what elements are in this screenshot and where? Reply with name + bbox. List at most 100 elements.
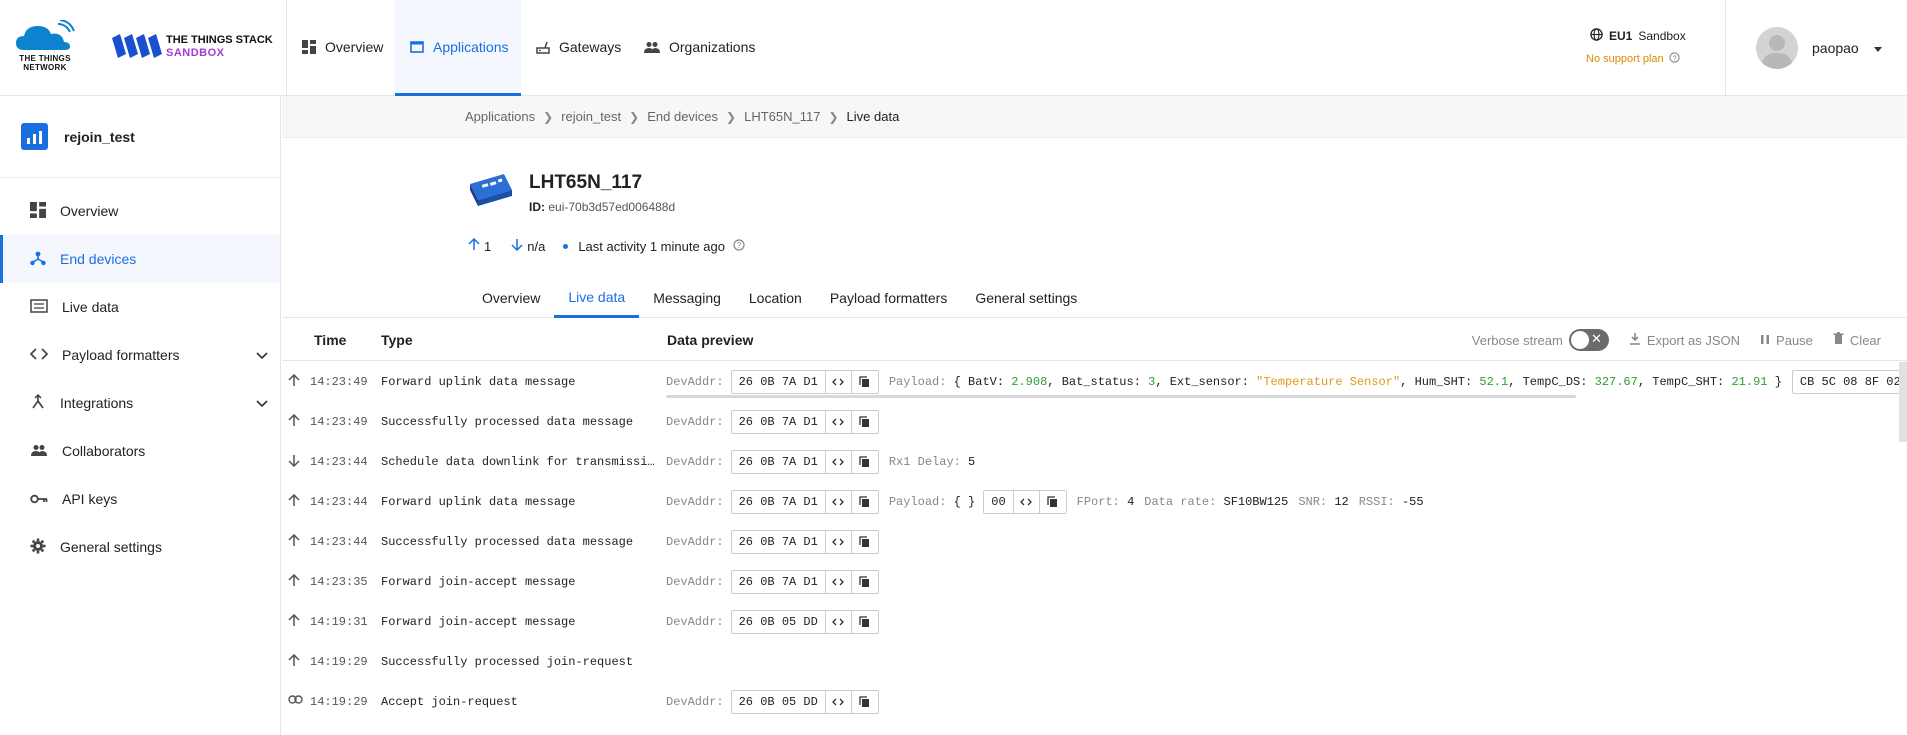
copy-button[interactable] — [852, 571, 878, 593]
help-icon[interactable]: ? — [1669, 52, 1680, 66]
event-time: 14:19:31 — [310, 615, 368, 629]
clear-button[interactable]: Clear — [1833, 332, 1881, 348]
event-time: 14:23:49 — [310, 375, 368, 389]
nav-applications[interactable]: Applications — [395, 0, 521, 96]
event-type: Accept join-request — [381, 695, 518, 709]
code-toggle-button[interactable] — [826, 571, 852, 593]
copy-button[interactable] — [852, 371, 878, 393]
code-toggle-button[interactable] — [826, 491, 852, 513]
breadcrumb-end-devices[interactable]: End devices — [647, 109, 718, 124]
things-stack-logo[interactable]: THE THINGS STACK SANDBOX — [110, 32, 273, 62]
device-id-value: eui-70b3d57ed006488d — [548, 200, 676, 214]
code-toggle-button[interactable] — [826, 611, 852, 633]
nav-gateways[interactable]: Gateways — [521, 0, 629, 96]
copy-button[interactable] — [852, 411, 878, 433]
code-toggle-button[interactable] — [826, 531, 852, 553]
tab-overview[interactable]: Overview — [468, 278, 554, 318]
copy-button[interactable] — [852, 491, 878, 513]
copy-button[interactable] — [852, 451, 878, 473]
table-row[interactable]: 14:19:31 Forward join-accept message Dev… — [282, 602, 1907, 642]
nav-organizations-label: Organizations — [669, 38, 756, 55]
table-row[interactable]: 14:23:44 Successfully processed data mes… — [282, 522, 1907, 562]
tab-payload-formatters[interactable]: Payload formatters — [816, 278, 962, 318]
sidebar-item-integrations[interactable]: Integrations — [0, 379, 280, 427]
table-row[interactable]: 14:19:29 Accept join-request DevAddr: 26… — [282, 682, 1907, 722]
help-icon[interactable]: ? — [733, 238, 745, 254]
horizontal-scrollbar[interactable] — [666, 395, 1576, 398]
tab-location[interactable]: Location — [735, 278, 816, 318]
device-tabs: Overview Live data Messaging Location Pa… — [282, 278, 1907, 318]
sidebar-item-end-devices[interactable]: End devices — [0, 235, 280, 283]
copy-button[interactable] — [852, 531, 878, 553]
code-toggle-button[interactable] — [826, 691, 852, 713]
merge-icon — [30, 393, 46, 413]
user-dropdown[interactable]: paopao — [1725, 0, 1907, 96]
dashboard-icon — [30, 201, 46, 221]
data-rate-label: Data rate: — [1144, 495, 1217, 509]
sidebar-item-api-keys[interactable]: API keys — [0, 475, 280, 523]
devaddr-value: 26 0B 7A D1 — [732, 411, 826, 433]
copy-button[interactable] — [852, 611, 878, 633]
nav-organizations[interactable]: Organizations — [629, 0, 770, 96]
table-row[interactable]: 14:23:44 Schedule data downlink for tran… — [282, 442, 1907, 482]
event-time: 14:23:44 — [310, 455, 368, 469]
avatar — [1756, 27, 1798, 69]
vertical-scrollbar[interactable] — [1899, 362, 1907, 442]
ttn-logo[interactable]: THE THINGS NETWORK — [14, 19, 76, 76]
sidebar-item-label: End devices — [60, 251, 137, 267]
sidebar-item-label: General settings — [60, 539, 162, 555]
data-preview: DevAddr: 26 0B 7A D1 Rx1 Delay: 5 — [666, 450, 975, 474]
payload-preview: Payload: { BatV: 2.908, Bat_status: 3, E… — [888, 375, 1782, 389]
event-time: 14:19:29 — [310, 695, 368, 709]
gear-icon — [30, 538, 46, 557]
breadcrumb-applications[interactable]: Applications — [465, 109, 535, 124]
devaddr-box: 26 0B 7A D1 — [730, 570, 879, 594]
chevron-right-icon: ❯ — [726, 109, 737, 124]
devaddr-box: 26 0B 05 DD — [730, 690, 879, 714]
download-icon — [1629, 332, 1641, 348]
copy-button[interactable] — [852, 691, 878, 713]
table-row[interactable]: 14:23:49 Forward uplink data message Dev… — [282, 362, 1907, 402]
live-data-header: Time Type Data preview Verbose stream ✕ … — [282, 319, 1907, 361]
tab-messaging[interactable]: Messaging — [639, 278, 735, 318]
code-toggle-button[interactable] — [826, 451, 852, 473]
sidebar-item-collaborators[interactable]: Collaborators — [0, 427, 280, 475]
tab-live-data[interactable]: Live data — [554, 278, 640, 318]
pause-label: Pause — [1776, 332, 1813, 348]
breadcrumb-device[interactable]: LHT65N_117 — [744, 109, 820, 124]
key-icon — [30, 491, 48, 507]
table-row[interactable]: 14:23:44 Forward uplink data message Dev… — [282, 482, 1907, 522]
sidebar-item-live-data[interactable]: Live data — [0, 283, 280, 331]
code-toggle-button[interactable] — [826, 371, 852, 393]
table-row[interactable]: 14:23:49 Successfully processed data mes… — [282, 402, 1907, 442]
copy-button[interactable] — [1040, 491, 1066, 513]
fport-label: FPort: — [1076, 495, 1120, 509]
tab-general-settings[interactable]: General settings — [961, 278, 1091, 318]
globe-icon — [1590, 28, 1603, 44]
last-activity: Last activity 1 minute ago — [578, 238, 726, 254]
nav-overview[interactable]: Overview — [287, 0, 395, 96]
sidebar-item-general-settings[interactable]: General settings — [0, 523, 280, 571]
breadcrumb-application[interactable]: rejoin_test — [561, 109, 621, 124]
toggle-switch[interactable]: ✕ — [1568, 329, 1609, 351]
nav-applications-label: Applications — [433, 38, 509, 55]
sidebar-item-label: Collaborators — [62, 443, 146, 459]
pause-button[interactable]: Pause — [1760, 333, 1813, 348]
devaddr-box: 26 0B 7A D1 — [730, 410, 879, 434]
devaddr-label: DevAddr: — [666, 535, 724, 549]
arrow-up-icon — [288, 613, 300, 631]
table-row[interactable]: 14:23:35 Forward join-accept message Dev… — [282, 562, 1907, 602]
export-json-button[interactable]: Export as JSON — [1629, 332, 1740, 348]
code-toggle-button[interactable] — [826, 411, 852, 433]
chevron-down-icon[interactable] — [256, 395, 268, 411]
breadcrumb-current: Live data — [846, 109, 900, 124]
code-toggle-button[interactable] — [1014, 491, 1040, 513]
sidebar-item-payload-formatters[interactable]: Payload formatters — [0, 331, 280, 379]
breadcrumb: Applications ❯ rejoin_test ❯ End devices… — [282, 96, 1907, 138]
cluster-info[interactable]: EU1 Sandbox No support plan ? — [1586, 28, 1716, 66]
chevron-down-icon[interactable] — [256, 347, 268, 363]
event-type: Successfully processed data message — [381, 535, 634, 549]
sidebar-item-overview[interactable]: Overview — [0, 187, 280, 235]
verbose-stream-toggle[interactable]: Verbose stream ✕ — [1472, 329, 1609, 351]
table-row[interactable]: 14:19:29 Successfully processed join-req… — [282, 642, 1907, 682]
